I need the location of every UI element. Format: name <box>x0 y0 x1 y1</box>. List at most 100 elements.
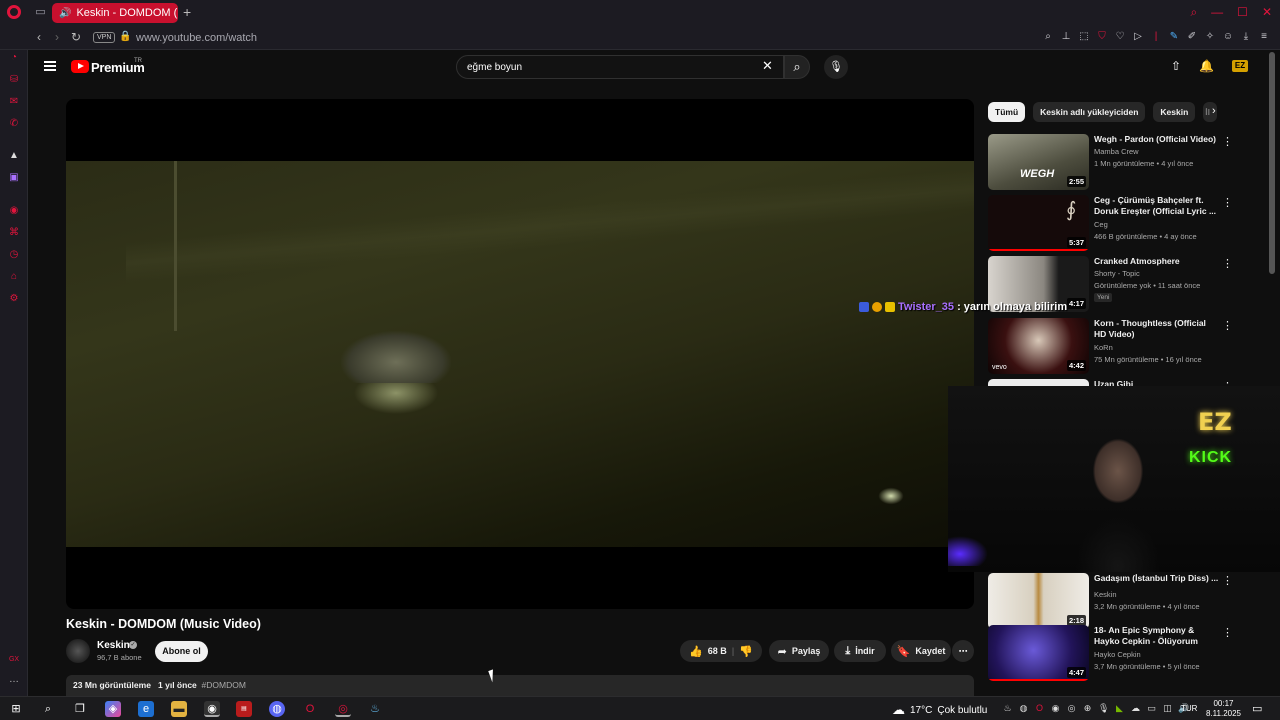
copilot-icon[interactable]: ◈ <box>105 701 121 717</box>
messenger-icon[interactable]: ✉ <box>8 96 20 108</box>
notification-icon[interactable]: ▭ <box>1252 702 1262 715</box>
video-player[interactable] <box>66 99 974 609</box>
more-options-icon[interactable]: ⋮ <box>1222 574 1233 587</box>
hamburger-menu-icon[interactable] <box>44 61 56 71</box>
recommendation-item[interactable]: vevo 4:42 Korn - Thoughtless (Official H… <box>988 318 1238 376</box>
chip-keskin[interactable]: Keskin <box>1153 102 1196 122</box>
video-title[interactable]: 18- An Epic Symphony & Hayko Cepkin - Öl… <box>1094 625 1219 647</box>
history-icon[interactable]: ◷ <box>8 249 20 261</box>
upload-icon[interactable]: ⇧ <box>1169 59 1183 73</box>
minimize-button[interactable]: — <box>1211 5 1223 20</box>
microphone-button[interactable]: 🎙 <box>824 55 848 79</box>
like-count[interactable]: 68 B <box>708 646 727 656</box>
video-title[interactable]: Wegh - Pardon (Official Video) <box>1094 134 1219 145</box>
search-icon[interactable]: ⌕ <box>40 701 56 717</box>
youtube-logo-icon[interactable] <box>71 60 89 73</box>
steam-icon[interactable]: ♨ <box>367 701 383 717</box>
hashtag-link[interactable]: #DOMDOM <box>202 680 246 690</box>
channel-name[interactable]: Mamba Crew <box>1094 147 1139 156</box>
extensions-icon[interactable]: ⌂ <box>8 271 20 283</box>
language-indicator[interactable]: TUR <box>1181 704 1197 713</box>
recommendation-item[interactable]: 4:47 18- An Epic Symphony & Hayko Cepkin… <box>988 625 1238 683</box>
url-field[interactable]: www.youtube.com/watch <box>136 32 257 44</box>
video-thumbnail[interactable]: 4:47 <box>988 625 1089 681</box>
dislike-icon[interactable]: 👎 <box>739 645 753 658</box>
video-title[interactable]: Korn - Thoughtless (Official HD Video) <box>1094 318 1219 340</box>
battery-icon[interactable]: ▭ <box>1146 703 1157 714</box>
maximize-button[interactable]: ☐ <box>1237 5 1248 20</box>
gx-icon[interactable]: GX <box>8 654 20 666</box>
more-options-icon[interactable]: ⋮ <box>1222 626 1233 639</box>
speaker-icon[interactable]: 🔊 <box>59 8 71 19</box>
bookmark-icon[interactable]: ⌘ <box>8 227 20 239</box>
video-thumbnail[interactable]: 2:18 <box>988 573 1089 629</box>
download-button[interactable]: ⤓ İndir <box>834 640 886 662</box>
chips-next-arrow-icon[interactable]: › <box>1212 105 1216 117</box>
more-options-icon[interactable]: ⋮ <box>1222 319 1233 332</box>
subscribe-button[interactable]: Abone ol <box>155 641 208 662</box>
app-tray-icon[interactable]: ◉ <box>1050 703 1061 714</box>
search-button[interactable]: ⌕ <box>784 55 810 79</box>
workspaces-icon[interactable]: ▭ <box>34 6 47 19</box>
heart-icon[interactable]: ♡ <box>1114 31 1126 43</box>
channel-name[interactable]: Keskin <box>97 640 130 651</box>
video-title[interactable]: Gadaşım (İstanbul Trip Diss) ... <box>1094 573 1219 584</box>
snapshot-icon[interactable]: ⬚ <box>1078 31 1090 43</box>
chip-all[interactable]: Tümü <box>988 102 1026 122</box>
more-actions-button[interactable]: ⋯ <box>952 640 974 662</box>
pen-icon[interactable]: ✐ <box>1186 31 1198 43</box>
pin-icon[interactable]: ⊥ <box>1060 31 1072 43</box>
discord-tray-icon[interactable]: ◍ <box>1018 703 1029 714</box>
notifications-bell-icon[interactable]: 🔔 <box>1199 59 1214 73</box>
clear-search-icon[interactable]: ✕ <box>762 58 773 74</box>
more-options-icon[interactable]: ⋮ <box>1222 135 1233 148</box>
player-icon[interactable]: ◉ <box>8 205 20 217</box>
page-scrollbar[interactable] <box>1269 52 1275 274</box>
zoom-icon[interactable]: ⌕ <box>1042 31 1054 43</box>
task-view-icon[interactable]: ❐ <box>72 701 88 717</box>
flow-icon[interactable]: ▲ <box>8 150 20 162</box>
system-clock[interactable]: 00:17 8.11.2025 <box>1206 699 1241 719</box>
network-icon[interactable]: ◫ <box>1162 703 1173 714</box>
account-avatar[interactable]: EZ <box>1232 60 1248 72</box>
cloud-tray-icon[interactable]: ☁ <box>1130 703 1141 714</box>
recommendation-item[interactable]: 2:18 Gadaşım (İstanbul Trip Diss) ... Ke… <box>988 573 1238 631</box>
opera-gx-icon[interactable]: ◎ <box>335 701 351 717</box>
video-title[interactable]: Cranked Atmosphere <box>1094 256 1219 267</box>
like-icon[interactable]: 👍 <box>689 645 703 658</box>
windows-start-icon[interactable]: ⊞ <box>8 701 24 717</box>
channel-name[interactable]: Keskin <box>1094 590 1117 599</box>
lock-icon[interactable]: 🔒 <box>119 31 131 42</box>
save-button[interactable]: 🔖 Kaydet <box>891 640 951 662</box>
search-input[interactable] <box>467 60 747 74</box>
chat-icon[interactable]: ✆ <box>8 118 20 130</box>
more-icon[interactable]: … <box>8 674 20 686</box>
recommendation-item[interactable]: WEGH 2:55 Wegh - Pardon (Official Video)… <box>988 134 1238 192</box>
channel-name[interactable]: Ceg <box>1094 220 1108 229</box>
steam-tray-icon[interactable]: ♨ <box>1002 703 1013 714</box>
translate-icon[interactable]: ✎ <box>1168 31 1180 43</box>
vpn-badge[interactable]: VPN <box>93 32 116 43</box>
search-tabs-icon[interactable]: ⌕ <box>1190 5 1197 20</box>
back-button[interactable]: ‹ <box>37 30 41 44</box>
recommendation-item[interactable]: ∮ 5:37 Ceg - Çürümüş Bahçeler ft. Doruk … <box>988 195 1238 253</box>
vpn-tray-icon[interactable]: ◎ <box>1066 703 1077 714</box>
forward-button[interactable]: › <box>55 30 59 44</box>
opera-tray-icon[interactable]: O <box>1034 703 1045 714</box>
settings-icon[interactable]: ⚙ <box>8 293 20 305</box>
share-button[interactable]: ➦ Paylaş <box>769 640 829 662</box>
download-icon[interactable]: ⤓ <box>1240 31 1252 43</box>
twitch-icon[interactable]: ▣ <box>8 172 20 184</box>
weather-widget[interactable]: ☁ 17°C Çok bulutlu <box>892 702 987 718</box>
channel-name[interactable]: Shorty - Topic <box>1094 269 1140 278</box>
browser-tab-active[interactable]: 🔊 Keskin - DOMDOM (M <box>52 3 178 23</box>
more-options-icon[interactable]: ⋮ <box>1222 196 1233 209</box>
video-thumbnail[interactable]: WEGH 2:55 <box>988 134 1089 190</box>
new-tab-button[interactable]: + <box>183 4 191 20</box>
file-explorer-icon[interactable]: ▬ <box>171 701 187 717</box>
channel-avatar[interactable] <box>66 639 90 663</box>
nvidia-tray-icon[interactable]: ◣ <box>1114 703 1125 714</box>
reload-button[interactable]: ↻ <box>71 30 81 44</box>
edge-icon[interactable]: e <box>138 701 154 717</box>
channel-name[interactable]: Hayko Cepkin <box>1094 650 1141 659</box>
